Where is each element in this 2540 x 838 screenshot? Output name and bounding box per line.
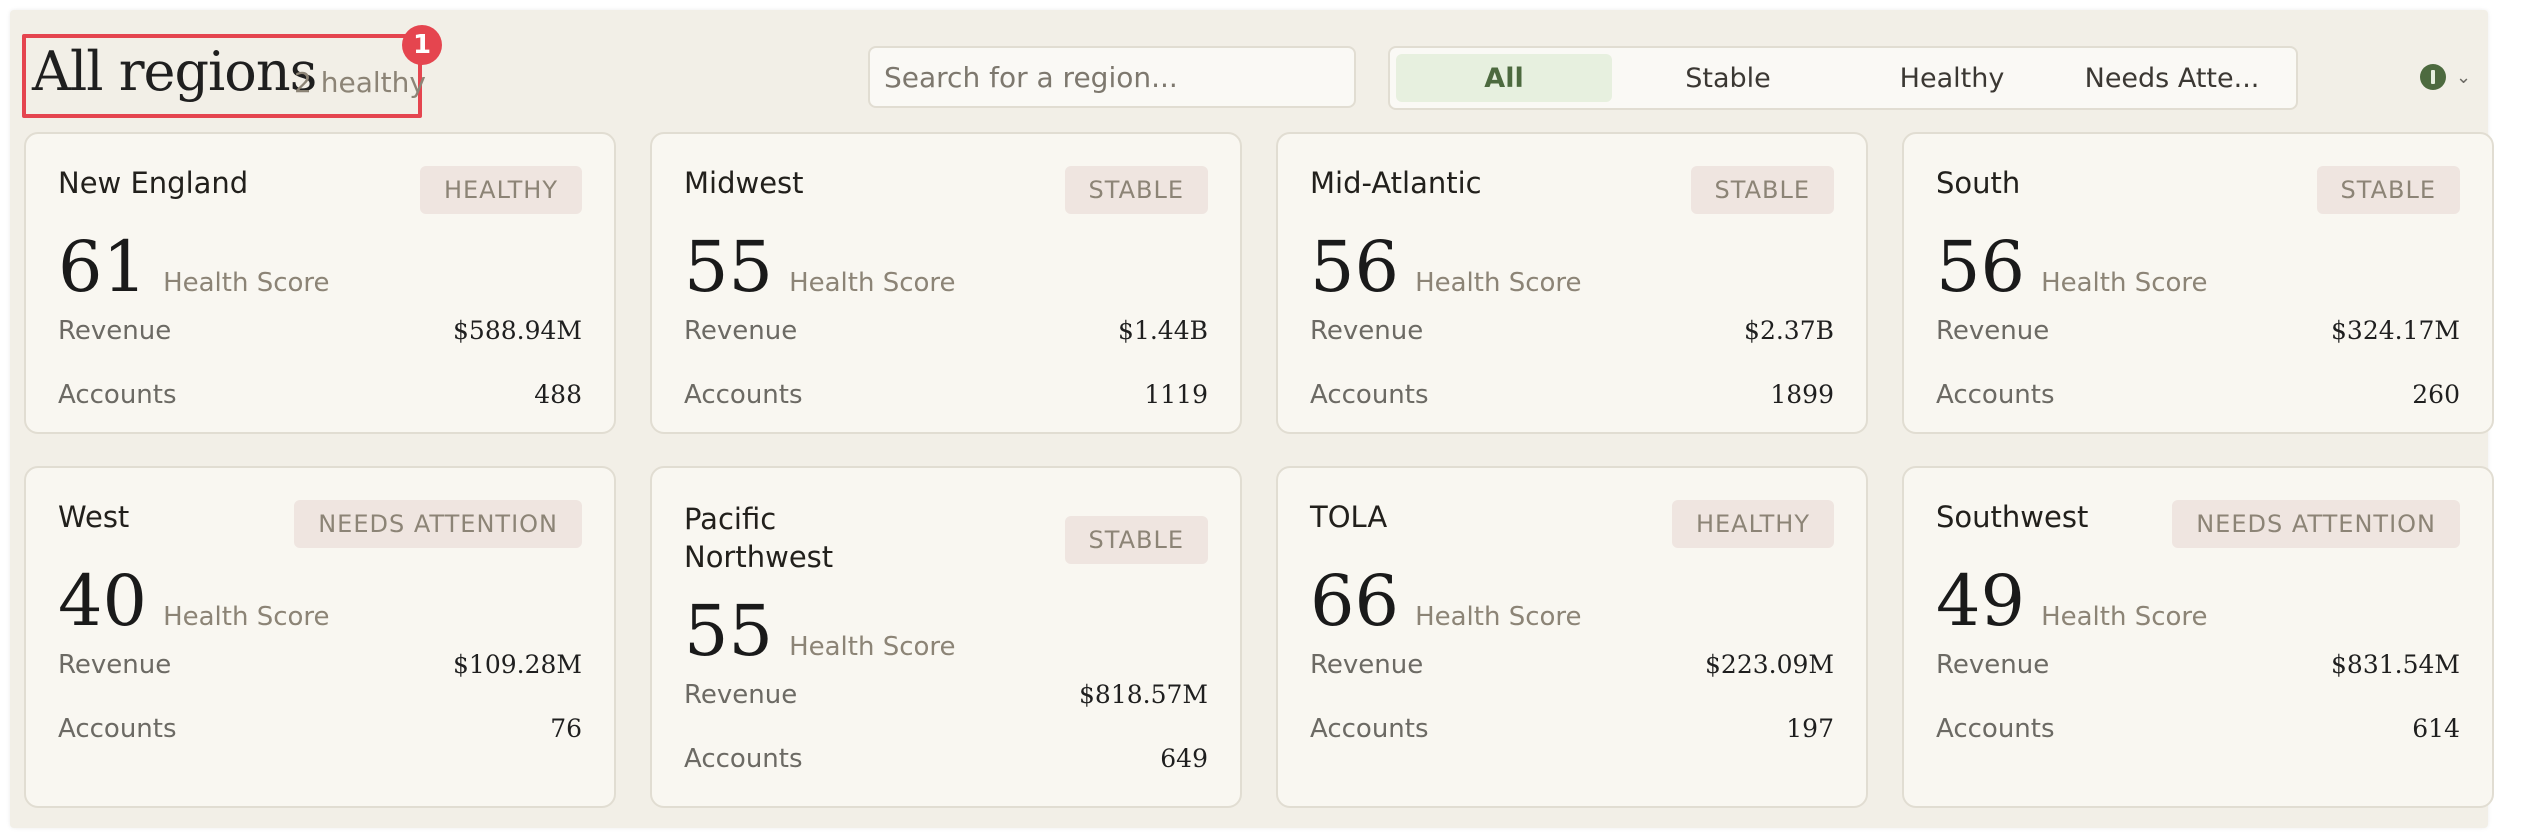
health-score-label: Health Score bbox=[1415, 268, 1582, 298]
revenue-value: $324.17M bbox=[2331, 316, 2460, 345]
region-card[interactable]: South STABLE 56 Health Score Revenue $32… bbox=[1902, 132, 2494, 434]
revenue-label: Revenue bbox=[58, 316, 172, 346]
health-score-label: Health Score bbox=[789, 632, 956, 662]
score-row: 40 Health Score bbox=[58, 566, 330, 636]
accounts-label: Accounts bbox=[1310, 714, 1429, 744]
health-score-label: Health Score bbox=[2041, 268, 2208, 298]
accounts-label: Accounts bbox=[684, 744, 803, 774]
score-row: 49 Health Score bbox=[1936, 566, 2208, 636]
revenue-value: $831.54M bbox=[2331, 650, 2460, 679]
region-name: Mid-Atlantic bbox=[1310, 166, 1482, 200]
revenue-label: Revenue bbox=[684, 316, 798, 346]
accounts-label: Accounts bbox=[1936, 380, 2055, 410]
accounts-label: Accounts bbox=[1936, 714, 2055, 744]
region-card[interactable]: Midwest STABLE 55 Health Score Revenue $… bbox=[650, 132, 1242, 434]
region-name: Southwest bbox=[1936, 500, 2089, 534]
health-score-label: Health Score bbox=[2041, 602, 2208, 632]
app-frame: All regions 2 healthy 1 All Stable Healt… bbox=[10, 10, 2494, 828]
region-card[interactable]: Southwest NEEDS ATTENTION 49 Health Scor… bbox=[1902, 466, 2494, 808]
page-title: All regions bbox=[32, 40, 317, 103]
search-input[interactable] bbox=[868, 46, 1356, 108]
status-badge: HEALTHY bbox=[1671, 500, 1834, 548]
score-row: 55 Health Score bbox=[684, 232, 956, 302]
accounts-value: 488 bbox=[534, 380, 582, 409]
region-card[interactable]: West NEEDS ATTENTION 40 Health Score Rev… bbox=[24, 466, 616, 808]
revenue-value: $2.37B bbox=[1744, 316, 1834, 345]
revenue-value: $588.94M bbox=[453, 316, 582, 345]
status-badge: STABLE bbox=[1064, 166, 1208, 214]
health-score: 55 bbox=[684, 226, 774, 308]
score-row: 55 Health Score bbox=[684, 596, 956, 666]
region-name: Pacific Northwest bbox=[684, 502, 834, 574]
revenue-label: Revenue bbox=[58, 650, 172, 680]
status-badge: STABLE bbox=[1690, 166, 1834, 214]
health-score-label: Health Score bbox=[163, 602, 330, 632]
health-score: 61 bbox=[58, 226, 148, 308]
filter-needs-attention[interactable]: Needs Atte... bbox=[2064, 54, 2280, 102]
health-score-label: Health Score bbox=[1415, 602, 1582, 632]
revenue-value: $818.57M bbox=[1079, 680, 1208, 709]
status-badge: HEALTHY bbox=[419, 166, 582, 214]
status-badge: STABLE bbox=[1064, 516, 1208, 564]
score-row: 66 Health Score bbox=[1310, 566, 1582, 636]
status-filter: All Stable Healthy Needs Atte... bbox=[1388, 46, 2298, 110]
region-name: New England bbox=[58, 166, 249, 200]
accounts-label: Accounts bbox=[1310, 380, 1429, 410]
revenue-label: Revenue bbox=[684, 680, 798, 710]
region-name: TOLA bbox=[1310, 500, 1388, 534]
status-menu[interactable]: ⌄ bbox=[2420, 64, 2471, 90]
status-badge: NEEDS ATTENTION bbox=[2172, 500, 2460, 548]
accounts-value: 614 bbox=[2412, 714, 2460, 743]
revenue-label: Revenue bbox=[1310, 650, 1424, 680]
region-card[interactable]: TOLA HEALTHY 66 Health Score Revenue $22… bbox=[1276, 466, 1868, 808]
revenue-label: Revenue bbox=[1936, 650, 2050, 680]
region-name: West bbox=[58, 500, 130, 534]
accounts-value: 197 bbox=[1786, 714, 1834, 743]
accounts-value: 76 bbox=[550, 714, 582, 743]
health-score-label: Health Score bbox=[163, 268, 330, 298]
revenue-value: $109.28M bbox=[453, 650, 582, 679]
health-score: 55 bbox=[684, 590, 774, 672]
revenue-value: $1.44B bbox=[1118, 316, 1208, 345]
healthy-count: 2 healthy bbox=[294, 66, 426, 99]
region-name: South bbox=[1936, 166, 2021, 200]
filter-healthy[interactable]: Healthy bbox=[1844, 54, 2060, 102]
region-card[interactable]: Mid-Atlantic STABLE 56 Health Score Reve… bbox=[1276, 132, 1868, 434]
chevron-down-icon: ⌄ bbox=[2456, 66, 2472, 88]
accounts-label: Accounts bbox=[58, 380, 177, 410]
health-score: 49 bbox=[1936, 560, 2026, 642]
revenue-label: Revenue bbox=[1936, 316, 2050, 346]
region-name: Midwest bbox=[684, 166, 804, 200]
region-card[interactable]: Pacific Northwest STABLE 55 Health Score… bbox=[650, 466, 1242, 808]
status-badge: NEEDS ATTENTION bbox=[294, 500, 582, 548]
revenue-label: Revenue bbox=[1310, 316, 1424, 346]
health-score: 66 bbox=[1310, 560, 1400, 642]
accounts-value: 1899 bbox=[1770, 380, 1834, 409]
score-row: 61 Health Score bbox=[58, 232, 330, 302]
health-score: 56 bbox=[1310, 226, 1400, 308]
accounts-label: Accounts bbox=[58, 714, 177, 744]
accounts-value: 260 bbox=[2412, 380, 2460, 409]
accounts-value: 649 bbox=[1160, 744, 1208, 773]
status-badge: STABLE bbox=[2316, 166, 2460, 214]
accounts-value: 1119 bbox=[1144, 380, 1208, 409]
accounts-label: Accounts bbox=[684, 380, 803, 410]
region-card[interactable]: New England HEALTHY 61 Health Score Reve… bbox=[24, 132, 616, 434]
status-dot-icon bbox=[2420, 64, 2446, 90]
score-row: 56 Health Score bbox=[1936, 232, 2208, 302]
health-score: 40 bbox=[58, 560, 148, 642]
annotation-badge: 1 bbox=[402, 25, 442, 65]
score-row: 56 Health Score bbox=[1310, 232, 1582, 302]
revenue-value: $223.09M bbox=[1705, 650, 1834, 679]
filter-stable[interactable]: Stable bbox=[1620, 54, 1836, 102]
health-score-label: Health Score bbox=[789, 268, 956, 298]
health-score: 56 bbox=[1936, 226, 2026, 308]
filter-all[interactable]: All bbox=[1396, 54, 1612, 102]
